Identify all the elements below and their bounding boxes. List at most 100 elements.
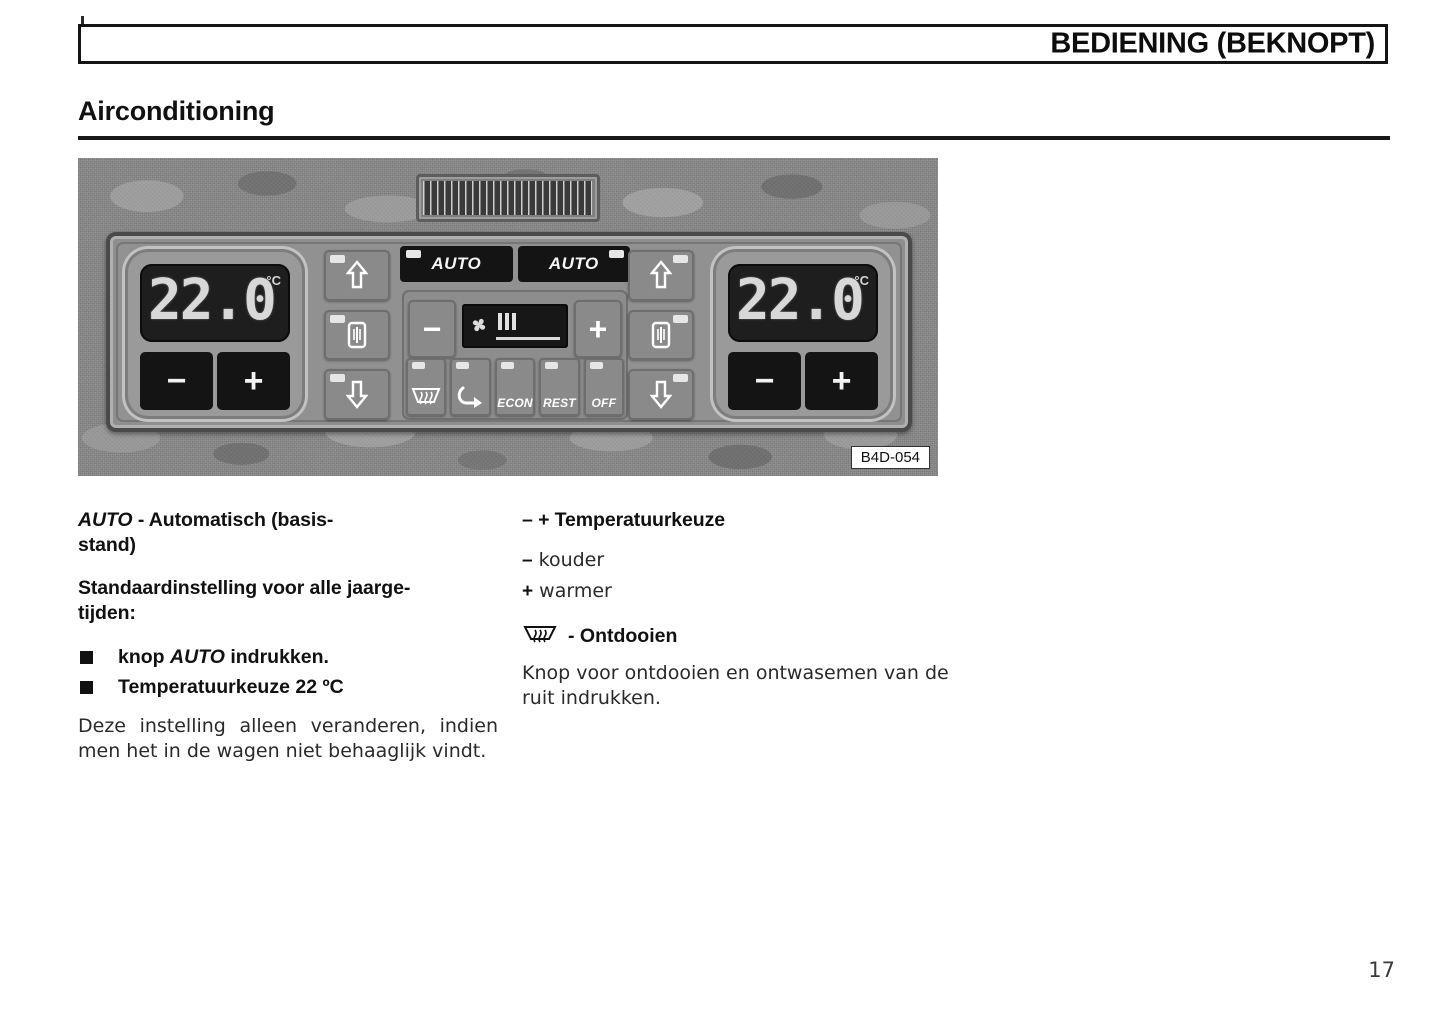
- warmer-line: + warmer: [522, 576, 952, 607]
- right-airflow-buttons: [628, 250, 694, 421]
- fan-minus-button[interactable]: −: [408, 300, 456, 358]
- header-box: BEDIENING (BEKNOPT): [78, 24, 1388, 64]
- auto-left-label: AUTO: [431, 254, 482, 273]
- indicator-led: [673, 255, 688, 263]
- indicator-led: [412, 362, 425, 369]
- arrow-up-icon: [346, 260, 368, 289]
- blower-control-group: − + ECON REST OFF: [402, 290, 628, 420]
- page-header-title: BEDIENING (BEKNOPT): [1050, 27, 1375, 60]
- econ-button[interactable]: ECON: [494, 358, 536, 416]
- left-temperature-display: 22.0 °C: [140, 264, 290, 342]
- center-controls: AUTO AUTO − + ECON REST OFF: [400, 246, 630, 422]
- defrost-icon: [523, 626, 557, 643]
- right-text-column: – + Temperatuurkeuze – kouder + warmer -…: [522, 508, 952, 711]
- minus-sign: –: [522, 550, 533, 571]
- colder-label: kouder: [538, 549, 605, 571]
- auto-left-button[interactable]: AUTO: [400, 246, 513, 282]
- indicator-led: [500, 362, 514, 369]
- left-airflow-up-button[interactable]: [324, 250, 390, 301]
- right-temperature-unit: °C: [854, 273, 869, 288]
- temperature-selection-heading: – + Temperatuurkeuze: [522, 509, 726, 531]
- left-temperature-pod: 22.0 °C − +: [122, 246, 308, 422]
- defrost-button[interactable]: [406, 358, 447, 416]
- auto-paragraph: Deze instelling alleen veranderen, indie…: [78, 715, 498, 762]
- indicator-led: [609, 250, 624, 258]
- left-text-column: AUTO - Automatisch (basis- stand) Standa…: [78, 508, 498, 764]
- air-recirculation-button[interactable]: [450, 358, 491, 416]
- indicator-led: [456, 362, 470, 369]
- auto-right-button[interactable]: AUTO: [517, 246, 630, 282]
- auto-buttons-row: AUTO AUTO: [400, 246, 630, 282]
- indicator-led: [406, 250, 421, 258]
- figure-code-label: B4D-054: [850, 446, 930, 469]
- left-airflow-buttons: [324, 250, 390, 421]
- left-temp-plus-button[interactable]: +: [217, 352, 290, 410]
- bullet1-pre: knop: [118, 646, 170, 668]
- square-bullet-icon: [80, 681, 93, 694]
- blower-level-bars: [498, 313, 516, 330]
- defrost-heading-row: - Ontdooien: [522, 623, 952, 649]
- auto-heading-line2: stand): [78, 534, 136, 556]
- page-number: 17: [1368, 958, 1395, 982]
- title-divider: [78, 136, 1390, 140]
- indicator-led: [330, 374, 345, 383]
- square-bullet-icon: [80, 651, 93, 664]
- vent-mesh: [423, 181, 593, 215]
- plus-sign: +: [522, 581, 534, 602]
- recirculation-arrow-icon: [457, 386, 482, 408]
- left-airflow-down-button[interactable]: [324, 369, 390, 421]
- indicator-led: [330, 314, 345, 323]
- bullet1-post: indrukken.: [224, 646, 329, 668]
- blower-level-display: [462, 304, 568, 348]
- indicator-led: [673, 314, 688, 323]
- left-airflow-mid-button[interactable]: [324, 309, 390, 361]
- function-buttons-row: ECON REST OFF: [406, 358, 625, 416]
- left-temp-buttons: − +: [140, 352, 290, 410]
- off-button[interactable]: OFF: [583, 358, 625, 416]
- left-temp-minus-button[interactable]: −: [140, 352, 213, 410]
- right-airflow-down-button[interactable]: [628, 369, 694, 421]
- list-item: knop AUTO indrukken.: [78, 642, 498, 672]
- person-vent-icon: [347, 321, 367, 349]
- left-temperature-value: 22.0: [148, 268, 277, 333]
- person-vent-icon: [651, 321, 671, 349]
- auto-right-label: AUTO: [548, 254, 599, 273]
- indicator-led: [545, 362, 559, 369]
- right-temperature-value: 22.0: [736, 268, 865, 333]
- standard-setting-line1: Standaardinstelling voor alle jaarge-: [78, 577, 411, 599]
- defrost-heading-label: - Ontdooien: [568, 624, 678, 647]
- air-vent-grille: [416, 174, 600, 222]
- bullet1-italic: AUTO: [170, 646, 225, 668]
- standard-setting-heading: Standaardinstelling voor alle jaarge- ti…: [78, 576, 498, 626]
- arrow-down-icon: [346, 380, 368, 409]
- colder-line: – kouder: [522, 545, 952, 576]
- arrow-up-icon: [650, 260, 672, 289]
- auto-heading: AUTO - Automatisch (basis- stand): [78, 508, 498, 558]
- right-airflow-mid-button[interactable]: [628, 309, 694, 361]
- defrost-paragraph: Knop voor ontdooien en ontwasemen van de…: [522, 662, 949, 709]
- auto-heading-italic: AUTO: [78, 509, 133, 531]
- rest-button[interactable]: REST: [539, 358, 580, 416]
- arrow-down-icon: [650, 380, 672, 409]
- indicator-led: [589, 362, 603, 369]
- climate-control-figure: 22.0 °C − + AUTO AUTO − + ECON REST OFF …: [78, 158, 938, 476]
- list-item: Temperatuurkeuze 22 ºC: [78, 672, 498, 702]
- bullet2-text: Temperatuurkeuze 22 ºC: [118, 676, 344, 698]
- manual-page: BEDIENING (BEKNOPT) Airconditioning 22.0…: [0, 0, 1445, 1012]
- right-temp-minus-button[interactable]: −: [728, 352, 801, 410]
- standard-setting-line2: tijden:: [78, 602, 136, 624]
- fan-icon: [472, 318, 486, 332]
- instruction-list: knop AUTO indrukken. Temperatuurkeuze 22…: [78, 642, 498, 702]
- fan-plus-button[interactable]: +: [574, 300, 622, 358]
- right-temp-plus-button[interactable]: +: [805, 352, 878, 410]
- page-title: Airconditioning: [78, 96, 275, 126]
- blower-scale-line: [496, 337, 560, 340]
- right-airflow-up-button[interactable]: [628, 250, 694, 301]
- rest-label: REST: [543, 396, 576, 410]
- indicator-led: [330, 255, 345, 263]
- warmer-label: warmer: [539, 580, 612, 602]
- econ-label: ECON: [497, 396, 533, 410]
- indicator-led: [673, 374, 688, 383]
- climate-control-unit: 22.0 °C − + AUTO AUTO − + ECON REST OFF …: [106, 232, 912, 432]
- left-temperature-unit: °C: [266, 273, 281, 288]
